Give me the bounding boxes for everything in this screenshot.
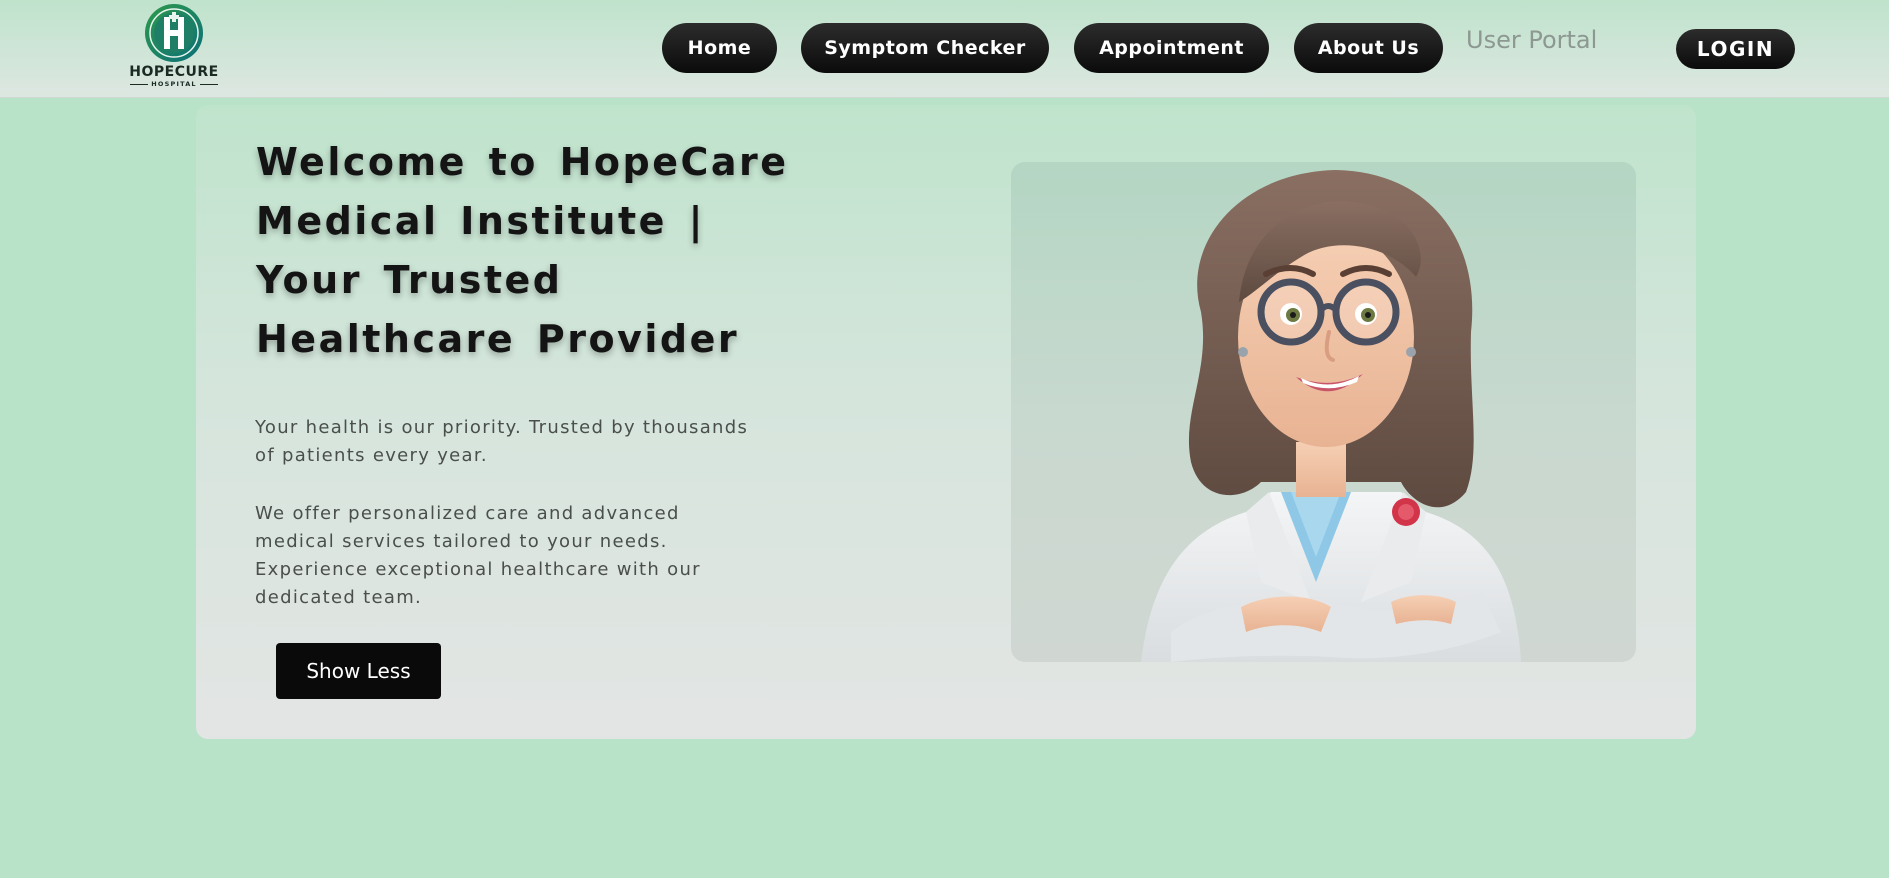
hopecure-logo[interactable]: HOPECURE HOSPITAL (124, 2, 224, 92)
hero-title-line: Healthcare Provider (256, 317, 740, 361)
hero-paragraph-priority: Your health is our priority. Trusted by … (255, 417, 749, 466)
hero-title: Welcome to HopeCare Medical Institute | … (256, 133, 836, 369)
hero-title-line: Medical Institute | (256, 199, 705, 243)
nav-appointment-button[interactable]: Appointment (1074, 23, 1269, 73)
logo-subtitle-row: HOSPITAL (130, 80, 218, 88)
doctor-image-panel (1011, 162, 1636, 662)
nav-home-button[interactable]: Home (662, 23, 777, 73)
nav-about-us-button[interactable]: About Us (1294, 23, 1443, 73)
hero-title-line: Your Trusted (256, 258, 563, 302)
hero-card: Welcome to HopeCare Medical Institute | … (196, 105, 1696, 739)
logo-rule-right (199, 83, 218, 85)
login-button[interactable]: LOGIN (1676, 29, 1795, 69)
logo-rule-left (130, 83, 149, 85)
show-less-button[interactable]: Show Less (276, 643, 441, 699)
user-portal-link[interactable]: User Portal (1466, 26, 1597, 54)
hospital-h-emblem-icon (145, 4, 203, 62)
hero-paragraph-services: We offer personalized care and advanced … (255, 503, 701, 608)
hero-title-line: Welcome to HopeCare (256, 140, 789, 184)
logo-name: HOPECURE (129, 64, 219, 80)
logo-subtitle: HOSPITAL (151, 80, 197, 88)
nav-symptom-checker-button[interactable]: Symptom Checker (801, 23, 1049, 73)
doctor-illustration (1141, 170, 1521, 662)
site-header: HOPECURE HOSPITAL Home Symptom Checker A… (0, 0, 1889, 98)
